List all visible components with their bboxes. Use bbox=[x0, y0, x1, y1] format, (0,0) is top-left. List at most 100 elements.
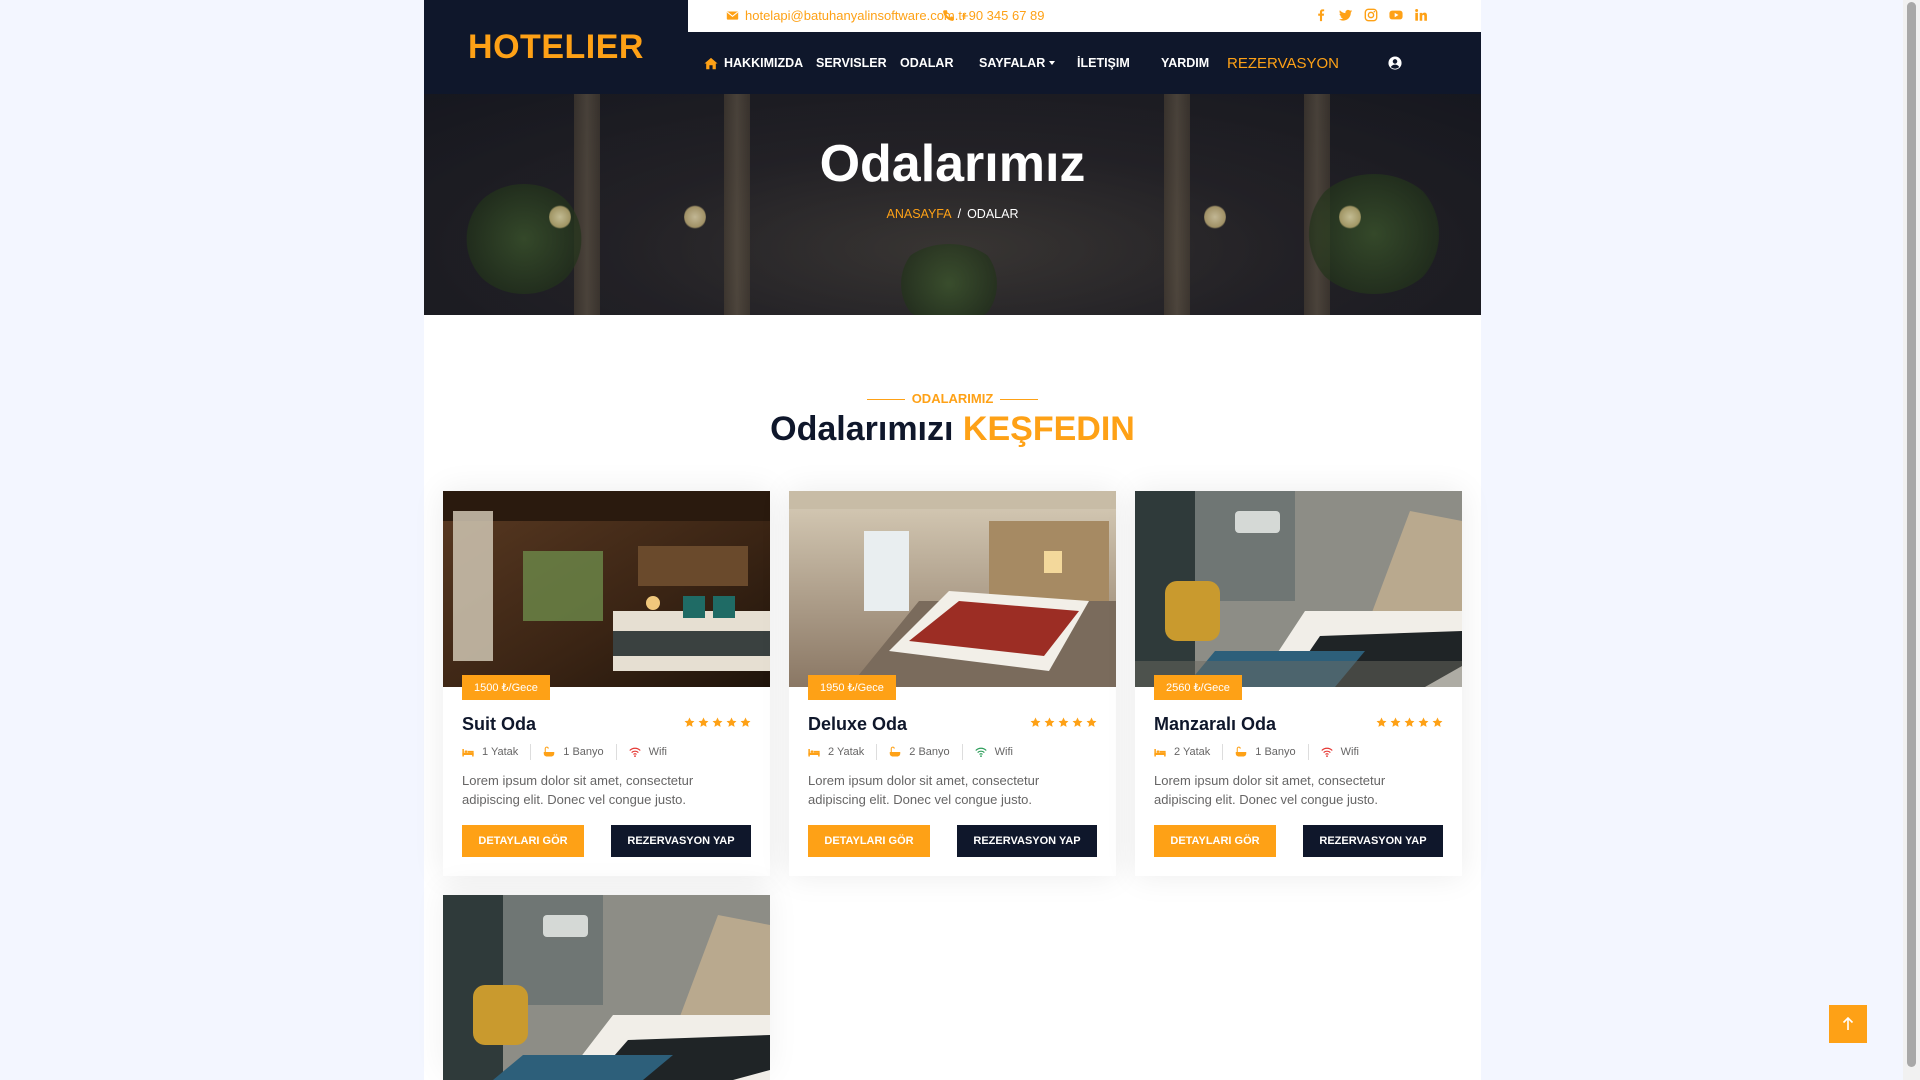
feature-baths: 2 Banyo bbox=[889, 746, 950, 758]
star-icon bbox=[712, 717, 723, 727]
feature-divider bbox=[530, 744, 532, 760]
nav-item-pages[interactable]: SAYFALAR bbox=[979, 32, 1056, 94]
breadcrumb: ANASAYFA / ODALAR bbox=[424, 207, 1481, 221]
book-now-button[interactable]: REZERVASYON YAP bbox=[957, 825, 1097, 857]
book-now-button[interactable]: REZERVASYON YAP bbox=[1303, 825, 1443, 857]
section-subtitle-text: ODALARIMIZ bbox=[911, 391, 994, 406]
feature-divider bbox=[1307, 744, 1309, 760]
price-badge: 2560 ₺/Gece bbox=[1154, 675, 1242, 700]
rating-stars bbox=[1376, 717, 1443, 728]
feature-beds-text: 1 Yatak bbox=[482, 746, 519, 758]
instagram-icon[interactable] bbox=[1363, 7, 1379, 23]
star-icon bbox=[698, 717, 709, 727]
star-icon bbox=[1044, 717, 1055, 727]
book-now-button[interactable]: REZERVASYON YAP bbox=[611, 825, 751, 857]
page-header-banner: Odalarımız ANASAYFA / ODALAR bbox=[424, 94, 1481, 315]
bed-icon bbox=[462, 749, 474, 757]
nav-item-reservation[interactable]: REZERVASYON bbox=[1227, 32, 1339, 94]
topbar-phone[interactable]: +90 345 67 89 bbox=[942, 0, 1045, 30]
feature-wifi-text: Wifi bbox=[648, 746, 667, 758]
room-card: 1950 ₺/Gece Deluxe Oda 2 Yatak 2 Banyo W… bbox=[789, 491, 1116, 876]
brand-name[interactable]: HOTELIER bbox=[468, 28, 644, 67]
nav-home[interactable] bbox=[688, 32, 718, 94]
star-icon bbox=[1030, 717, 1041, 727]
room-card: 2560 ₺/Gece Manzaralı Oda 2 Yatak 1 Bany… bbox=[1135, 491, 1462, 876]
star-icon bbox=[1086, 717, 1097, 727]
breadcrumb-current: ODALAR bbox=[967, 207, 1019, 221]
feature-baths-text: 1 Banyo bbox=[1255, 746, 1296, 758]
feature-beds: 2 Yatak bbox=[1154, 746, 1210, 758]
room-image bbox=[1135, 491, 1462, 687]
bed-icon bbox=[1154, 749, 1166, 757]
page-container: HOTELIER hotelapi@batuhanyalinsoftware.c… bbox=[424, 0, 1481, 1080]
section-title-main: Odalarımızı bbox=[770, 410, 954, 448]
room-image bbox=[443, 895, 770, 1080]
feature-beds: 1 Yatak bbox=[462, 746, 518, 758]
feature-beds-text: 2 Yatak bbox=[1174, 746, 1211, 758]
feature-beds: 2 Yatak bbox=[808, 746, 864, 758]
topbar-email[interactable]: hotelapi@batuhanyalinsoftware.com.tr bbox=[726, 0, 966, 30]
wifi-icon bbox=[974, 747, 987, 758]
user-account-link[interactable] bbox=[1388, 32, 1402, 94]
brand-logo[interactable]: HOTELIER bbox=[424, 0, 688, 94]
star-icon bbox=[1390, 717, 1401, 727]
youtube-icon[interactable] bbox=[1388, 7, 1404, 23]
nav-item-about[interactable]: HAKKIMIZDA bbox=[724, 32, 803, 94]
room-image bbox=[789, 491, 1116, 687]
star-icon bbox=[1418, 717, 1429, 727]
room-card bbox=[443, 895, 770, 1080]
room-description: Lorem ipsum dolor sit amet, consectetur … bbox=[462, 773, 694, 807]
user-circle-icon bbox=[1388, 56, 1402, 70]
price-badge: 1950 ₺/Gece bbox=[808, 675, 896, 700]
nav-item-pages-label[interactable]: SAYFALAR bbox=[979, 56, 1045, 70]
feature-wifi-text: Wifi bbox=[1340, 746, 1359, 758]
room-name: Manzaralı Oda bbox=[1154, 714, 1277, 734]
topbar: hotelapi@batuhanyalinsoftware.com.tr +90… bbox=[688, 0, 1481, 32]
bath-icon bbox=[544, 746, 555, 757]
feature-wifi: Wifi bbox=[974, 746, 1013, 758]
topbar-phone-text[interactable]: +90 345 67 89 bbox=[961, 8, 1045, 23]
feature-wifi: Wifi bbox=[1320, 746, 1359, 758]
star-icon bbox=[726, 717, 737, 727]
nav-item-contact[interactable]: İLETIŞIM bbox=[1077, 32, 1130, 94]
topbar-email-text[interactable]: hotelapi@batuhanyalinsoftware.com.tr bbox=[745, 8, 966, 23]
feature-divider bbox=[1222, 744, 1224, 760]
facebook-icon[interactable] bbox=[1313, 7, 1329, 23]
feature-baths-text: 2 Banyo bbox=[909, 746, 950, 758]
page-scrollbar[interactable] bbox=[1903, 0, 1920, 1080]
room-description: Lorem ipsum dolor sit amet, consectetur … bbox=[1154, 773, 1386, 807]
arrow-up-icon bbox=[1842, 1017, 1854, 1030]
linkedin-icon[interactable] bbox=[1413, 7, 1429, 23]
room-description: Lorem ipsum dolor sit amet, consectetur … bbox=[808, 773, 1040, 807]
room-features: 1 Yatak 1 Banyo Wifi bbox=[462, 744, 667, 760]
feature-baths: 1 Banyo bbox=[1235, 746, 1296, 758]
nav-item-help[interactable]: YARDIM bbox=[1161, 32, 1209, 94]
twitter-icon[interactable] bbox=[1338, 7, 1354, 23]
room-image bbox=[443, 491, 770, 687]
view-details-button[interactable]: DETAYLARI GÖR bbox=[462, 825, 584, 857]
room-name: Suit Oda bbox=[462, 714, 537, 734]
feature-wifi: Wifi bbox=[628, 746, 667, 758]
star-icon bbox=[1404, 717, 1415, 727]
star-icon bbox=[684, 717, 695, 727]
star-icon bbox=[1058, 717, 1069, 727]
rating-stars bbox=[1030, 717, 1097, 728]
star-icon bbox=[1072, 717, 1083, 727]
nav-item-services[interactable]: SERVISLER bbox=[816, 32, 887, 94]
nav-item-rooms[interactable]: ODALAR bbox=[900, 32, 953, 94]
scrollbar-thumb[interactable] bbox=[1907, 2, 1916, 1067]
view-details-button[interactable]: DETAYLARI GÖR bbox=[1154, 825, 1276, 857]
room-features: 2 Yatak 2 Banyo Wifi bbox=[808, 744, 1013, 760]
view-details-button[interactable]: DETAYLARI GÖR bbox=[808, 825, 930, 857]
rating-stars bbox=[684, 717, 751, 728]
back-to-top-button[interactable] bbox=[1829, 1005, 1867, 1043]
home-icon bbox=[704, 57, 718, 69]
chevron-down-icon bbox=[1049, 61, 1056, 65]
breadcrumb-home-link[interactable]: ANASAYFA bbox=[887, 207, 952, 221]
phone-icon bbox=[943, 9, 954, 21]
subtitle-line-left bbox=[866, 399, 905, 401]
main-navbar: HAKKIMIZDA SERVISLER ODALAR SAYFALAR İLE… bbox=[688, 32, 1481, 94]
social-links bbox=[1313, 0, 1429, 30]
subtitle-line-right bbox=[1000, 399, 1039, 401]
wifi-icon bbox=[628, 747, 641, 758]
